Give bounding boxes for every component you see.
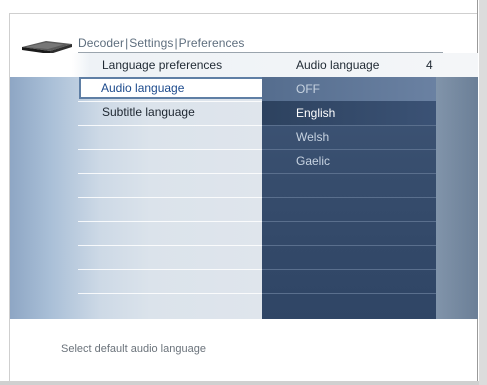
menu-item-audio-language[interactable]: Audio language: [79, 77, 266, 99]
option-divider: [262, 245, 436, 246]
breadcrumb: Decoder|Settings|Preferences: [78, 36, 244, 50]
option-divider: [262, 293, 436, 294]
frame-bottom: [0, 381, 479, 385]
frame-right: [479, 0, 487, 385]
row-divider: [78, 221, 262, 222]
screen: Decoder|Settings|Preferences Language pr…: [0, 0, 487, 385]
option-welsh[interactable]: Welsh: [262, 125, 436, 149]
row-divider: [78, 245, 262, 246]
options-title: Audio language: [296, 58, 380, 72]
breadcrumb-separator: |: [174, 36, 178, 50]
option-english[interactable]: English: [262, 101, 436, 125]
option-divider: [262, 173, 436, 174]
breadcrumb-item-settings[interactable]: Settings: [129, 36, 173, 50]
breadcrumb-item-decoder[interactable]: Decoder: [78, 36, 124, 50]
option-gaelic[interactable]: Gaelic: [262, 149, 436, 173]
menu-item-subtitle-language[interactable]: Subtitle language: [80, 101, 264, 123]
breadcrumb-item-preferences[interactable]: Preferences: [179, 36, 245, 50]
section-title: Language preferences: [102, 58, 223, 72]
right-edge-column: [436, 77, 478, 319]
frame-top-line: [9, 13, 477, 14]
option-divider: [262, 221, 436, 222]
options-count: 4: [426, 58, 433, 72]
row-divider: [78, 269, 262, 270]
row-divider: [78, 125, 262, 126]
breadcrumb-separator: |: [125, 36, 129, 50]
row-divider: [78, 149, 262, 150]
header-underline: [78, 52, 443, 53]
row-divider: [78, 293, 262, 294]
option-off[interactable]: OFF: [262, 77, 436, 101]
option-divider: [262, 197, 436, 198]
row-divider: [78, 197, 262, 198]
option-divider: [262, 269, 436, 270]
status-help-text: Select default audio language: [61, 343, 206, 355]
row-divider: [78, 173, 262, 174]
menu-header-strip: [10, 53, 478, 77]
